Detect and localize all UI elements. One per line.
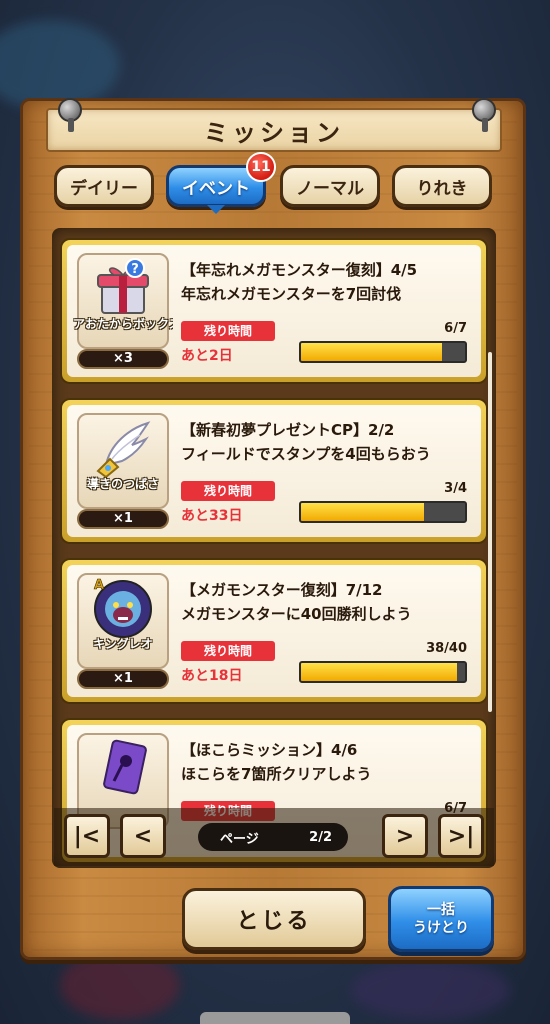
prev-page-icon: <: [133, 823, 153, 849]
time-remaining-value: あと33日: [181, 508, 243, 524]
claim-button-line2: うけとり: [413, 920, 469, 936]
tab-label: りれき: [416, 178, 468, 199]
mission-list[interactable]: ? アおたからボックス ×3 【年忘れメガモンスター復刻】4/5 年忘れメガモン…: [52, 228, 496, 868]
mission-card[interactable]: 導きのつばさ ×1 【新春初夢プレゼントCP】2/2 フィールドでスタンプを4回…: [60, 398, 488, 544]
page-indicator: ページ 2/2: [198, 823, 348, 851]
page-label: ページ: [220, 831, 259, 847]
mission-title: 【新春初夢プレゼントCP】2/2: [181, 421, 395, 439]
mission-card-body: 導きのつばさ ×1 【新春初夢プレゼントCP】2/2 フィールドでスタンプを4回…: [67, 405, 481, 537]
last-page-button[interactable]: >|: [438, 814, 484, 858]
time-remaining-label: 残り時間: [181, 481, 275, 501]
pin-icon: [58, 98, 82, 132]
home-indicator: [200, 1012, 350, 1024]
mission-description: メガモンスターに40回勝利しよう: [181, 605, 412, 623]
time-remaining-label: 残り時間: [181, 641, 275, 661]
progress-text: 3/4: [444, 481, 467, 496]
tab-daily[interactable]: デイリー: [54, 165, 154, 207]
first-page-icon: |<: [73, 823, 101, 849]
reward-count: ×3: [77, 349, 169, 369]
background-glow: [0, 20, 120, 110]
background-glow: [60, 950, 180, 1020]
time-remaining-label: 残り時間: [181, 321, 275, 341]
active-tab-pointer: [207, 205, 225, 214]
scrollbar[interactable]: [488, 352, 492, 712]
reward-count: ×1: [77, 669, 169, 689]
mission-description: ほこらを7箇所クリアしよう: [181, 765, 372, 783]
first-page-button[interactable]: |<: [64, 814, 110, 858]
reward-slot[interactable]: [77, 413, 169, 509]
mission-title: 【メガモンスター復刻】7/12: [181, 581, 383, 599]
mission-card-body: ? アおたからボックス ×3 【年忘れメガモンスター復刻】4/5 年忘れメガモン…: [67, 245, 481, 377]
notification-badge: 11: [246, 152, 276, 182]
reward-name: キングレオ: [93, 637, 153, 651]
purple-card-icon: [103, 739, 147, 795]
reward-count: ×1: [77, 509, 169, 529]
mission-title: 【年忘れメガモンスター復刻】4/5: [181, 261, 418, 279]
time-remaining-value: あと18日: [181, 668, 243, 684]
progress-bar: [299, 661, 467, 683]
tab-label: ノーマル: [296, 178, 364, 199]
page-title: ミッション: [204, 118, 344, 147]
reward-name: 導きのつばさ: [86, 477, 159, 491]
mission-card[interactable]: ? アおたからボックス ×3 【年忘れメガモンスター復刻】4/5 年忘れメガモン…: [60, 238, 488, 384]
title-plate: ミッション: [46, 108, 502, 152]
next-page-button[interactable]: >: [382, 814, 428, 858]
svg-text:?: ?: [131, 262, 139, 277]
claim-button-line1: 一括: [427, 902, 455, 918]
close-button[interactable]: とじる: [182, 888, 366, 950]
close-button-label: とじる: [236, 909, 312, 934]
mission-description: フィールドでスタンプを4回もらおう: [181, 445, 431, 463]
reward-slot[interactable]: A: [77, 573, 169, 669]
tab-history[interactable]: りれき: [392, 165, 492, 207]
last-page-icon: >|: [447, 823, 475, 849]
time-remaining-value: あと2日: [181, 348, 233, 364]
page-value: 2/2: [309, 829, 332, 845]
prev-page-button[interactable]: <: [120, 814, 166, 858]
progress-bar: [299, 341, 467, 363]
rank-label: A: [94, 578, 104, 593]
tab-label: イベント: [182, 178, 250, 199]
tab-label: デイリー: [70, 178, 138, 199]
gift-box-icon: ?: [97, 258, 149, 314]
progress-bar: [299, 501, 467, 523]
progress-fill: [301, 503, 424, 521]
wing-icon: [96, 421, 151, 479]
badge-count: 11: [251, 159, 271, 175]
mission-card-body: A キングレオ ×1 【メガモンスター復刻】7/12 メガモンスターに40回勝利…: [67, 565, 481, 697]
progress-fill: [301, 663, 457, 681]
pin-icon: [472, 98, 496, 132]
reward-slot[interactable]: ?: [77, 253, 169, 349]
mission-card[interactable]: A キングレオ ×1 【メガモンスター復刻】7/12 メガモンスターに40回勝利…: [60, 558, 488, 704]
progress-text: 6/7: [444, 321, 467, 336]
background-glow: [350, 960, 510, 1020]
claim-all-button[interactable]: 一括 うけとり: [388, 886, 494, 952]
progress-text: 38/40: [426, 641, 467, 656]
next-page-icon: >: [395, 823, 415, 849]
mission-description: 年忘れメガモンスターを7回討伐: [181, 285, 402, 303]
mission-title: 【ほこらミッション】4/6: [181, 741, 358, 759]
progress-fill: [301, 343, 442, 361]
tab-normal[interactable]: ノーマル: [280, 165, 380, 207]
reward-name: アおたからボックス: [73, 317, 173, 331]
